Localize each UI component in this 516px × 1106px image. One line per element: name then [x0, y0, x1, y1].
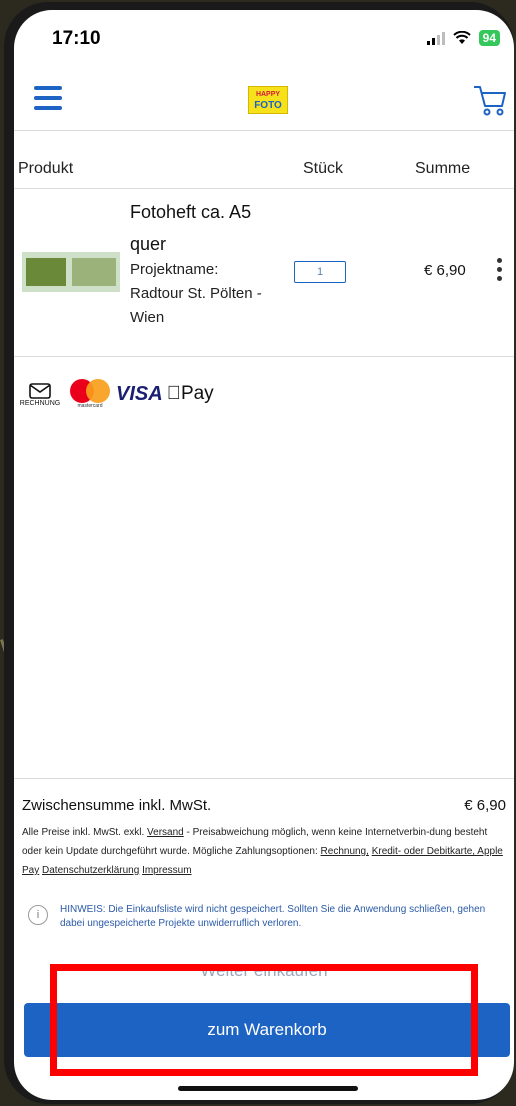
continue-shopping-link[interactable]: Weiter einkaufen — [14, 961, 514, 981]
phone-frame: 17:10 94 HAPPY FOTO Produkt Stück Summe … — [4, 2, 514, 1104]
go-to-cart-button[interactable]: zum Warenkorb — [24, 1003, 510, 1057]
home-indicator — [178, 1086, 358, 1091]
hamburger-menu-icon[interactable] — [34, 86, 62, 110]
shopping-cart-icon[interactable] — [472, 82, 508, 118]
legal-notice: Alle Preise inkl. MwSt. exkl. Versand - … — [22, 827, 503, 876]
subtotal-label: Zwischensumme inkl. MwSt. — [22, 797, 212, 814]
privacy-link[interactable]: Datenschutzerklärung — [42, 865, 139, 876]
app-screen: 17:10 94 HAPPY FOTO Produkt Stück Summe … — [14, 10, 514, 1100]
payment-methods: RECHNUNG mastercard VISA Pay — [16, 374, 214, 414]
info-icon: i — [28, 905, 48, 925]
visa-logo: VISA — [116, 382, 163, 405]
quantity-input[interactable]: 1 — [294, 261, 346, 283]
invoice-payment-logo: RECHNUNG — [16, 382, 64, 407]
more-options-icon[interactable] — [494, 258, 504, 288]
app-header: HAPPY FOTO — [14, 70, 514, 131]
shipping-link[interactable]: Versand — [147, 827, 184, 838]
hint-text: HINWEIS: Die Einkaufsliste wird nicht ge… — [60, 904, 486, 929]
cart-table-header: Produkt Stück Summe — [14, 152, 514, 189]
cellular-signal-icon — [426, 31, 445, 45]
status-time: 17:10 — [52, 28, 101, 49]
project-name: Projektname: Radtour St. Pölten - Wien — [130, 261, 262, 326]
cart-item-row: Fotoheft ca. A5 quer Projektname: Radtou… — [14, 188, 514, 357]
product-title: Fotoheft ca. A5 quer — [130, 202, 252, 254]
status-bar: 17:10 94 — [14, 10, 514, 70]
column-header-sum: Summe — [415, 160, 471, 177]
mastercard-logo: mastercard — [68, 379, 112, 409]
happy-foto-logo[interactable]: HAPPY FOTO — [248, 86, 288, 114]
column-header-quantity: Stück — [303, 160, 344, 177]
item-price: € 6,90 — [424, 262, 466, 279]
column-header-product: Produkt — [18, 160, 74, 177]
invoice-link[interactable]: Rechnung, — [321, 846, 369, 857]
subtotal-value: € 6,90 — [464, 797, 506, 814]
apple-pay-logo: Pay — [166, 383, 214, 404]
product-thumbnail[interactable] — [22, 252, 120, 292]
checkout-footer: Zwischensumme inkl. MwSt. € 6,90 Alle Pr… — [14, 778, 514, 1100]
imprint-link[interactable]: Impressum — [142, 865, 191, 876]
status-icons: 94 — [426, 30, 500, 46]
wifi-icon — [452, 31, 471, 44]
battery-icon: 94 — [478, 30, 500, 46]
envelope-icon — [29, 382, 51, 399]
